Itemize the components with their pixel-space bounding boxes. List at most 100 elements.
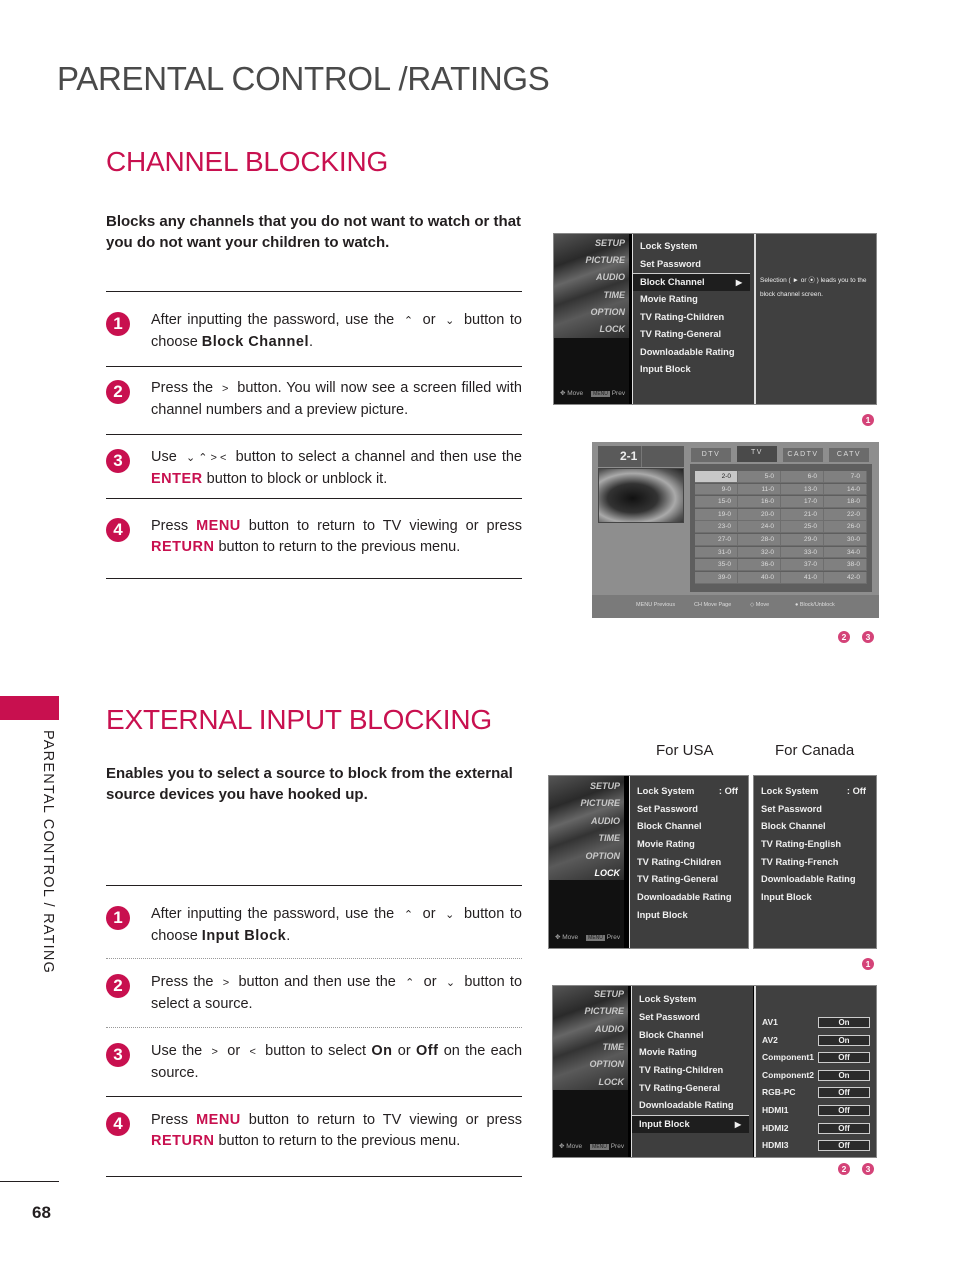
input-source-row[interactable]: HDMI2 Off: [762, 1120, 870, 1138]
channel-cell[interactable]: 30-0: [824, 534, 867, 546]
osd-cat-time: TIME: [602, 1042, 625, 1052]
channel-cell[interactable]: 33-0: [781, 546, 824, 559]
osd-item[interactable]: TV Rating-General: [640, 326, 750, 344]
channel-cell[interactable]: 16-0: [738, 496, 781, 508]
input-source-row[interactable]: HDMI1 Off: [762, 1102, 870, 1120]
channel-cell[interactable]: 24-0: [738, 521, 781, 534]
channel-cell[interactable]: 37-0: [781, 559, 824, 571]
tab-catv[interactable]: CATV: [829, 448, 869, 462]
channel-cell[interactable]: 22-0: [824, 508, 867, 521]
step-text: Press the > button. You will now see a s…: [151, 380, 522, 418]
osd-item[interactable]: TV Rating-General: [637, 871, 744, 889]
osd-item[interactable]: TV Rating-General: [639, 1080, 749, 1098]
input-source-toggle[interactable]: On: [818, 1069, 870, 1081]
step-number: 2: [106, 974, 130, 998]
input-source-toggle[interactable]: Off: [818, 1052, 870, 1064]
osd-item[interactable]: Lock System: [639, 991, 749, 1009]
osd-item[interactable]: TV Rating-Children: [639, 1062, 749, 1080]
input-source-row[interactable]: Component2 On: [762, 1067, 870, 1085]
channel-cell[interactable]: 42-0: [824, 571, 867, 584]
channel-cell[interactable]: 27-0: [695, 534, 738, 546]
osd-item[interactable]: Input Block: [761, 889, 872, 907]
osd-item[interactable]: Input Block: [637, 907, 744, 925]
channel-cell[interactable]: 28-0: [738, 534, 781, 546]
osd-item[interactable]: Set Password: [640, 256, 750, 274]
input-source-toggle[interactable]: Off: [818, 1087, 870, 1099]
channel-cell[interactable]: 21-0: [781, 508, 824, 521]
divider: [106, 498, 522, 499]
channel-cell[interactable]: 29-0: [781, 534, 824, 546]
osd-item[interactable]: Lock System: [640, 238, 750, 256]
osd-item[interactable]: Movie Rating: [639, 1044, 749, 1062]
channel-cell[interactable]: 32-0: [738, 546, 781, 559]
tab-cadtv[interactable]: CADTV: [783, 448, 823, 462]
channel-cell[interactable]: 15-0: [695, 496, 738, 508]
channel-cell[interactable]: 18-0: [824, 496, 867, 508]
osd-item[interactable]: Block Channel: [637, 818, 744, 836]
channel-cell[interactable]: 17-0: [781, 496, 824, 508]
channel-cell[interactable]: 14-0: [824, 483, 867, 496]
osd-item[interactable]: TV Rating-Children: [637, 854, 744, 872]
osd-item[interactable]: Downloadable Rating: [637, 889, 744, 907]
channel-cell[interactable]: 5-0: [738, 471, 781, 483]
input-source-toggle[interactable]: Off: [818, 1122, 870, 1134]
osd-item[interactable]: Set Password: [639, 1009, 749, 1027]
osd-item[interactable]: TV Rating-Children: [640, 309, 750, 327]
osd-item[interactable]: Downloadable Rating: [640, 344, 750, 362]
channel-cell[interactable]: 23-0: [695, 521, 738, 534]
reference-badge: 2: [838, 1163, 850, 1175]
osd-item[interactable]: Downloadable Rating: [761, 871, 872, 889]
osd-item-list: Lock System Set Password Block Channel ▶ …: [632, 234, 754, 404]
input-source-row[interactable]: AV2 On: [762, 1032, 870, 1050]
osd-item[interactable]: Movie Rating: [640, 291, 750, 309]
osd-cat-picture: PICTURE: [580, 798, 620, 808]
input-source-toggle[interactable]: Off: [818, 1105, 870, 1116]
sidebar-section-label: PARENTAL CONTROL / RATING: [40, 730, 56, 975]
channel-cell[interactable]: 26-0: [824, 521, 867, 534]
input-source-row[interactable]: RGB-PC Off: [762, 1084, 870, 1102]
channel-cell[interactable]: 7-0: [824, 471, 867, 483]
channel-cell[interactable]: 38-0: [824, 559, 867, 571]
osd-item[interactable]: Input Block: [640, 361, 750, 379]
input-source-toggle[interactable]: Off: [818, 1140, 870, 1152]
input-source-toggle[interactable]: On: [818, 1034, 870, 1046]
channel-cell[interactable]: 20-0: [738, 508, 781, 521]
channel-cell[interactable]: 19-0: [695, 508, 738, 521]
step-text: Press MENU button to return to TV viewin…: [151, 1112, 522, 1149]
channel-cell[interactable]: 6-0: [781, 471, 824, 483]
dotted-divider: [106, 958, 522, 959]
osd-item-selected[interactable]: Input Block ▶: [632, 1115, 749, 1133]
channel-cell[interactable]: 9-0: [695, 483, 738, 496]
play-arrow-icon: ▶: [734, 1120, 741, 1129]
channel-cell[interactable]: 25-0: [781, 521, 824, 534]
tab-tv[interactable]: TV: [737, 446, 777, 462]
osd-item[interactable]: Block Channel: [639, 1027, 749, 1045]
osd-item-lock-system[interactable]: Lock System: Off: [761, 783, 872, 801]
channel-cell[interactable]: 39-0: [695, 571, 738, 584]
channel-cell[interactable]: 36-0: [738, 559, 781, 571]
osd-item[interactable]: Downloadable Rating: [639, 1097, 749, 1115]
channel-cell[interactable]: 31-0: [695, 546, 738, 559]
input-source-name: Component1: [762, 1052, 814, 1063]
osd-item-lock-system[interactable]: Lock System: Off: [637, 783, 744, 801]
right-arrow-icon: >: [221, 383, 229, 395]
channel-cell[interactable]: 11-0: [738, 483, 781, 496]
channel-cell[interactable]: 41-0: [781, 571, 824, 584]
osd-item[interactable]: Movie Rating: [637, 836, 744, 854]
osd-item[interactable]: TV Rating-French: [761, 854, 872, 872]
channel-cell[interactable]: 35-0: [695, 559, 738, 571]
osd-item[interactable]: TV Rating-English: [761, 836, 872, 854]
input-source-row[interactable]: Component1 Off: [762, 1049, 870, 1067]
tab-dtv[interactable]: DTV: [691, 448, 731, 462]
input-source-row[interactable]: HDMI3 Off: [762, 1137, 870, 1155]
channel-cell[interactable]: 13-0: [781, 483, 824, 496]
osd-item-selected[interactable]: Block Channel ▶: [633, 273, 750, 291]
channel-cell[interactable]: 40-0: [738, 571, 781, 584]
osd-item[interactable]: Block Channel: [761, 818, 872, 836]
input-source-row[interactable]: AV1 On: [762, 1014, 870, 1032]
osd-item[interactable]: Set Password: [761, 801, 872, 819]
input-source-toggle[interactable]: On: [818, 1017, 870, 1028]
channel-cell[interactable]: 34-0: [824, 546, 867, 559]
osd-item[interactable]: Set Password: [637, 801, 744, 819]
channel-cell[interactable]: 2-0: [695, 471, 738, 483]
